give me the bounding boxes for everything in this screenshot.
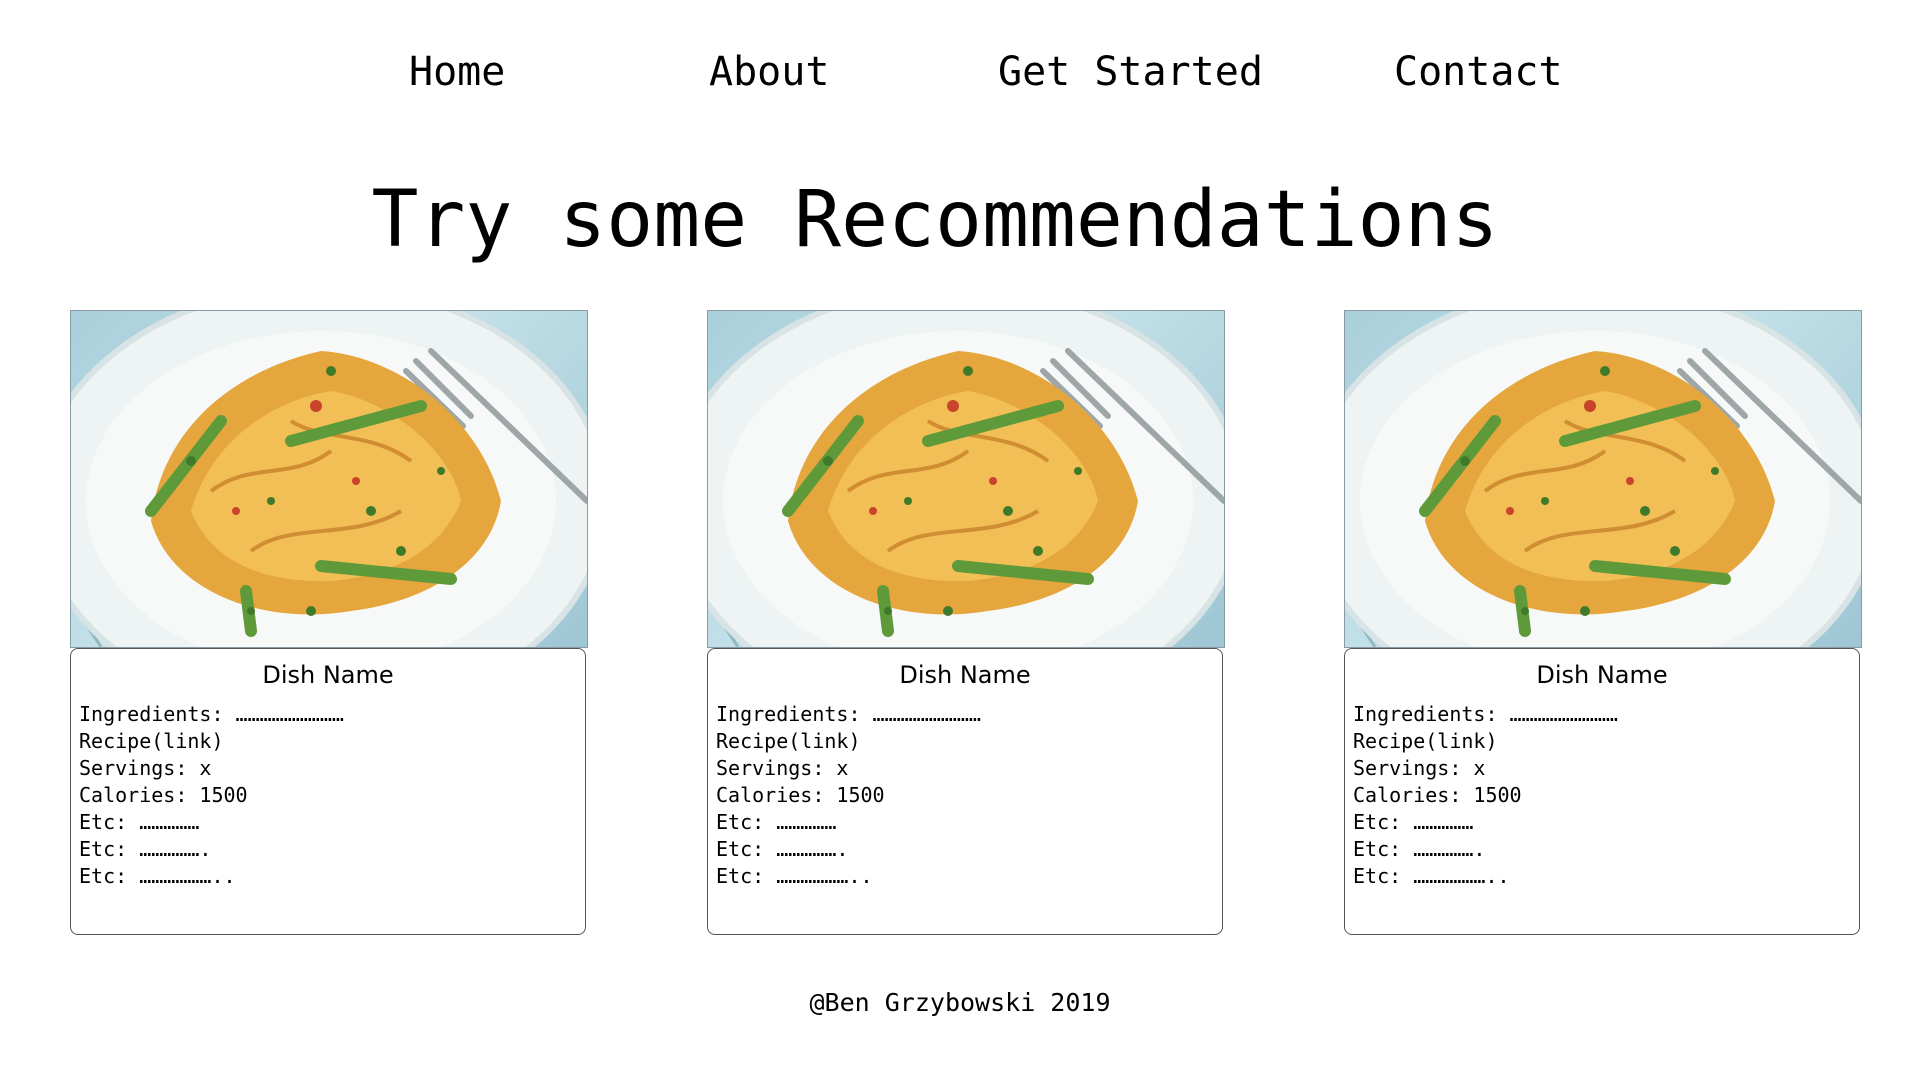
dish-photo <box>707 310 1225 648</box>
dish-info-box: Dish Name Ingredients: ……………………… Recipe(… <box>707 648 1223 935</box>
recipe-link[interactable]: Recipe(link) <box>79 728 577 755</box>
recipe-card: Dish Name Ingredients: ……………………… Recipe(… <box>1344 310 1862 935</box>
dish-name: Dish Name <box>262 661 394 689</box>
main-nav: Home About Get Started Contact <box>0 42 1920 102</box>
dish-info-box: Dish Name Ingredients: ……………………… Recipe(… <box>70 648 586 935</box>
pasta-dish-image <box>708 311 1224 647</box>
nav-get-started-link[interactable]: Get Started <box>998 42 1263 102</box>
etc-line: Etc: ……………….. <box>716 864 873 888</box>
etc-line: Etc: ……………. <box>79 837 212 861</box>
dish-info-box: Dish Name Ingredients: ……………………… Recipe(… <box>1344 648 1860 935</box>
dish-name: Dish Name <box>899 661 1031 689</box>
calories-line: Calories: 1500 <box>79 783 248 807</box>
recipe-card: Dish Name Ingredients: ……………………… Recipe(… <box>70 310 588 935</box>
dish-name: Dish Name <box>1536 661 1668 689</box>
nav-home-link[interactable]: Home <box>409 42 505 102</box>
pasta-dish-image <box>71 311 587 647</box>
pasta-dish-image <box>1345 311 1861 647</box>
ingredients-line: Ingredients: ……………………… <box>1353 702 1618 726</box>
etc-line: Etc: ……………….. <box>1353 864 1510 888</box>
recipe-link[interactable]: Recipe(link) <box>716 728 1214 755</box>
ingredients-line: Ingredients: ……………………… <box>79 702 344 726</box>
dish-photo <box>70 310 588 648</box>
nav-contact-link[interactable]: Contact <box>1394 42 1563 102</box>
servings-line: Servings: x <box>1353 756 1486 780</box>
etc-line: Etc: ……………. <box>716 837 849 861</box>
calories-line: Calories: 1500 <box>1353 783 1522 807</box>
page: Home About Get Started Contact Try some … <box>0 0 1920 1080</box>
ingredients-line: Ingredients: ……………………… <box>716 702 981 726</box>
etc-line: Etc: ……………….. <box>79 864 236 888</box>
nav-about-link[interactable]: About <box>709 42 829 102</box>
recipe-link[interactable]: Recipe(link) <box>1353 728 1851 755</box>
footer-credit: @Ben Grzybowski 2019 <box>809 988 1111 1017</box>
calories-line: Calories: 1500 <box>716 783 885 807</box>
servings-line: Servings: x <box>79 756 212 780</box>
etc-line: Etc: …………… <box>79 810 200 834</box>
servings-line: Servings: x <box>716 756 849 780</box>
recipe-card: Dish Name Ingredients: ……………………… Recipe(… <box>707 310 1225 935</box>
etc-line: Etc: …………… <box>716 810 837 834</box>
dish-photo <box>1344 310 1862 648</box>
etc-line: Etc: ……………. <box>1353 837 1486 861</box>
page-title: Try some Recommendations <box>371 175 1499 265</box>
etc-line: Etc: …………… <box>1353 810 1474 834</box>
